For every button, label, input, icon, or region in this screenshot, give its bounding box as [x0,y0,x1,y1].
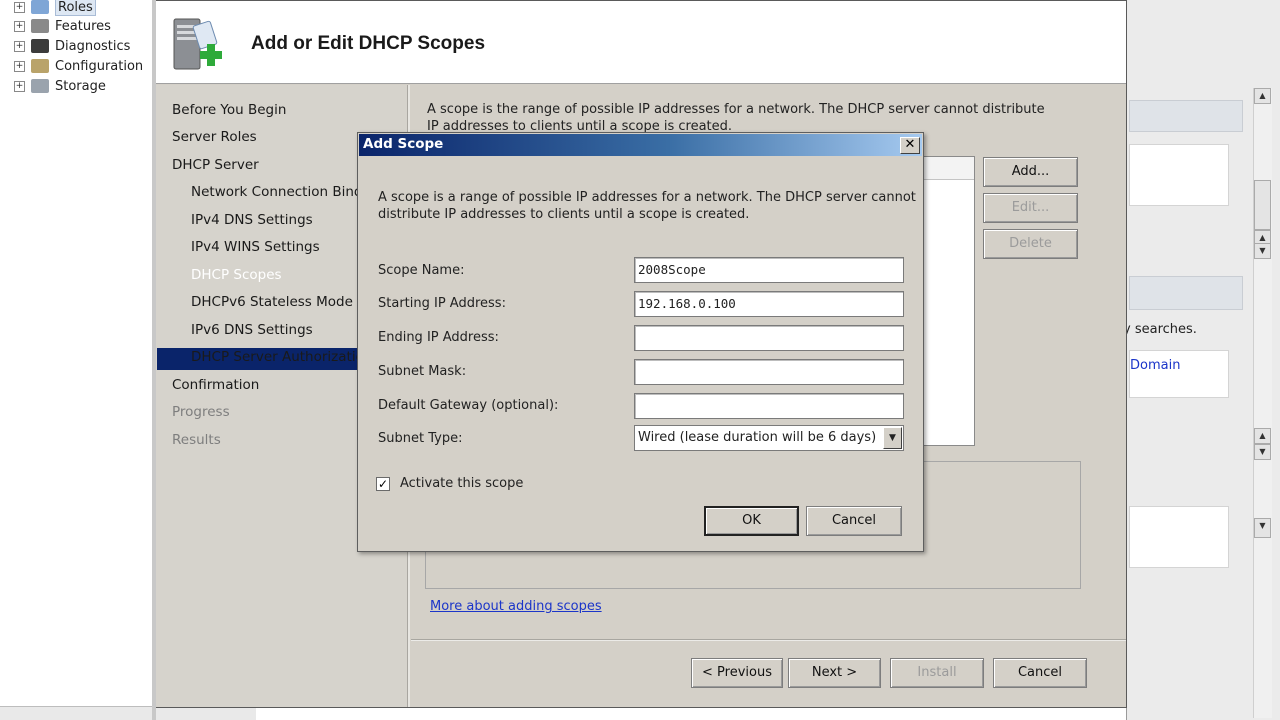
tree-bottom-strip [0,706,256,720]
wizard-description: A scope is the range of possible IP addr… [427,102,1045,134]
window-edge [152,0,156,720]
starting-ip-label: Starting IP Address: [378,296,506,311]
background-box [1129,506,1229,568]
domain-link[interactable]: Domain [1130,358,1180,373]
nav-item-confirmation[interactable]: Confirmation [172,372,259,398]
scope-name-label: Scope Name: [378,263,465,278]
expand-icon[interactable]: + [14,60,25,72]
scroll-up-icon[interactable]: ▲ [1254,88,1271,104]
more-about-scopes-link[interactable]: More about adding scopes [430,599,602,614]
tree-item-features[interactable]: + Features [14,17,111,35]
nav-item-results: Results [172,432,221,448]
background-searches-text: y searches. [1123,322,1197,337]
dialog-description: A scope is a range of possible IP addres… [378,190,916,222]
dialog-cancel-button[interactable]: Cancel [806,506,902,536]
delete-scope-button[interactable]: Delete [983,229,1078,259]
ending-ip-label: Ending IP Address: [378,330,499,345]
scroll-thumb[interactable] [1254,180,1271,230]
scope-name-input[interactable]: 2008Scope [634,257,904,283]
nav-item-ipv4-dns-settings[interactable]: IPv4 DNS Settings [191,207,313,233]
wizard-title: Add or Edit DHCP Scopes [251,33,486,54]
subnet-type-value: Wired (lease duration will be 6 days) [638,430,877,445]
tree-item-label: Diagnostics [55,38,131,54]
edit-scope-button[interactable]: Edit... [983,193,1078,223]
nav-item-ipv6-dns-settings[interactable]: IPv6 DNS Settings [191,317,313,343]
expand-icon[interactable]: + [14,80,25,92]
roles-icon [31,0,49,14]
chevron-down-icon[interactable]: ▼ [883,427,902,449]
storage-icon [31,79,49,93]
tree-item-label: Configuration [55,58,144,74]
configuration-icon [31,59,49,73]
scroll-up-icon[interactable]: ▲ [1254,428,1271,444]
next-button[interactable]: Next > [788,658,881,688]
nav-item-before-you-begin[interactable]: Before You Begin [172,97,286,123]
wizard-header: Add or Edit DHCP Scopes [154,1,1126,84]
subnet-type-label: Subnet Type: [378,431,463,446]
default-gateway-label: Default Gateway (optional): [378,398,559,413]
tree-item-label: Storage [55,78,106,94]
subnet-mask-label: Subnet Mask: [378,364,467,379]
tree-item-label: Roles [55,0,96,16]
tree-item-roles[interactable]: + Roles [14,0,96,16]
close-icon[interactable]: ✕ [900,137,920,154]
install-button[interactable]: Install [890,658,984,688]
scroll-down-icon[interactable]: ▼ [1254,444,1271,460]
expand-icon[interactable]: + [14,40,25,52]
tree-item-label: Features [55,18,111,34]
dialog-title: Add Scope [363,136,444,152]
ending-ip-input[interactable] [634,325,904,351]
features-icon [31,19,49,33]
expand-icon[interactable]: + [14,20,25,32]
nav-item-network-connection-binding[interactable]: Network Connection Binding [191,179,383,205]
background-section-header [1129,276,1243,310]
tree-item-diagnostics[interactable]: + Diagnostics [14,37,130,55]
tree-item-storage[interactable]: + Storage [14,77,106,95]
nav-item-progress: Progress [172,404,230,420]
diagnostics-icon [31,39,49,53]
server-manager-tree: + Roles + Features + Diagnostics + Confi… [0,0,155,720]
nav-item-dhcp-server-authorization[interactable]: DHCP Server Authorization [191,344,372,370]
tree-item-configuration[interactable]: + Configuration [14,57,143,75]
scroll-down-icon[interactable]: ▼ [1254,518,1271,538]
nav-item-server-roles[interactable]: Server Roles [172,124,257,150]
scroll-down-icon[interactable]: ▼ [1254,243,1271,259]
add-scope-button[interactable]: Add... [983,157,1078,187]
activate-scope-label[interactable]: Activate this scope [400,476,523,491]
server-add-icon [173,18,222,70]
ok-button[interactable]: OK [704,506,799,536]
nav-item-ipv4-wins-settings[interactable]: IPv4 WINS Settings [191,234,320,260]
starting-ip-input[interactable]: 192.168.0.100 [634,291,904,317]
nav-item-dhcp-scopes[interactable]: DHCP Scopes [191,262,282,288]
footer-separator [411,639,1126,641]
nav-item-dhcp-server[interactable]: DHCP Server [172,152,259,178]
dialog-titlebar[interactable]: Add Scope ✕ [359,134,922,156]
previous-button[interactable]: < Previous [691,658,783,688]
background-box: Domain [1129,350,1229,398]
add-scope-dialog: Add Scope ✕ A scope is a range of possib… [357,132,924,552]
wizard-cancel-button[interactable]: Cancel [993,658,1087,688]
activate-scope-checkbox[interactable]: ✓ [376,477,390,491]
background-section-header [1129,100,1243,132]
subnet-mask-input[interactable] [634,359,904,385]
background-box [1129,144,1229,206]
vertical-scrollbar[interactable]: ▲ ▲ ▼ ▲ ▼ ▼ [1253,88,1272,718]
nav-item-dhcpv6-stateless-mode[interactable]: DHCPv6 Stateless Mode [191,289,353,315]
default-gateway-input[interactable] [634,393,904,419]
subnet-type-select[interactable]: Wired (lease duration will be 6 days) ▼ [634,425,904,451]
expand-icon[interactable]: + [14,1,25,13]
